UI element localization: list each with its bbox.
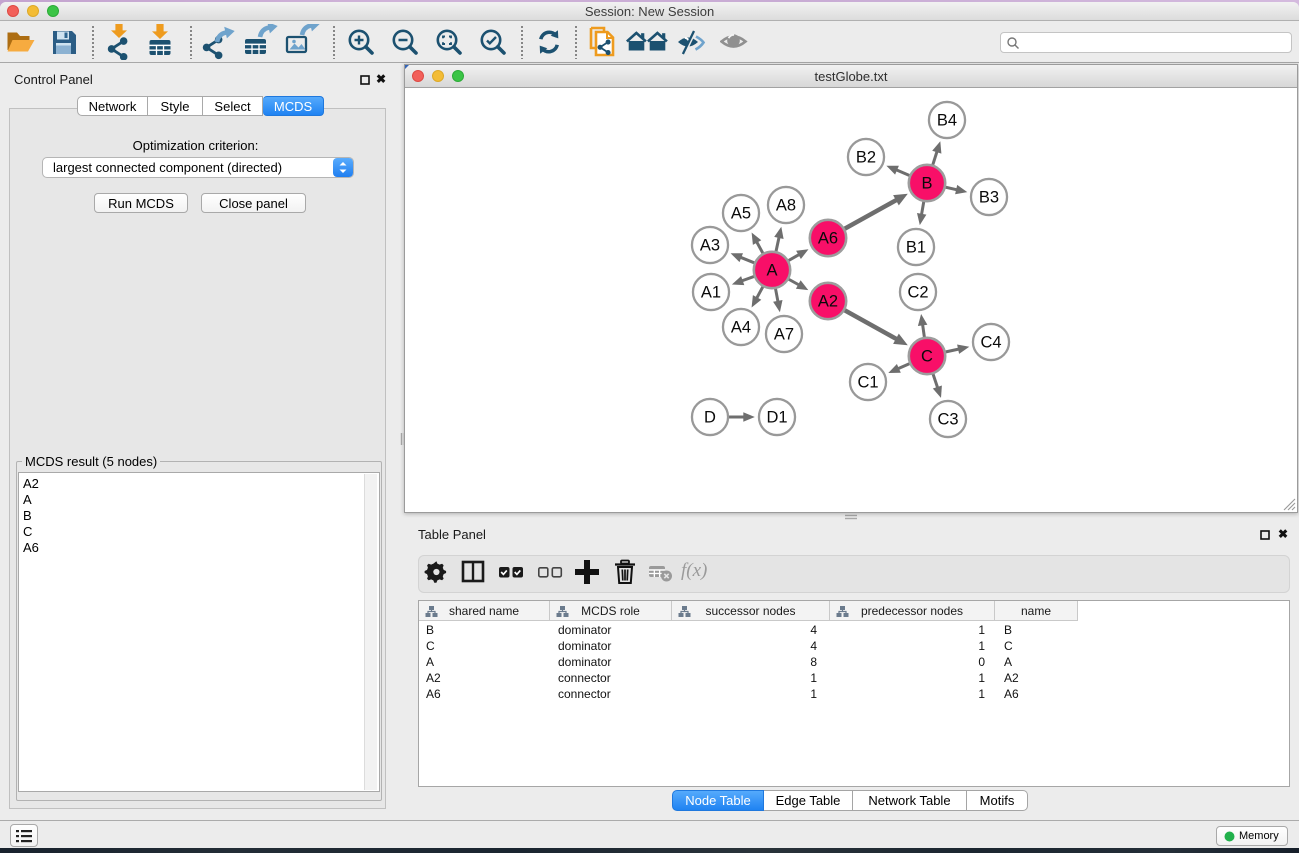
svg-text:A4: A4 (731, 319, 751, 337)
svg-text:C4: C4 (980, 334, 1001, 352)
svg-text:A2: A2 (818, 293, 838, 311)
svg-text:A6: A6 (818, 230, 838, 248)
svg-text:A3: A3 (700, 237, 720, 255)
svg-text:C: C (921, 348, 933, 366)
svg-text:A8: A8 (776, 197, 796, 215)
svg-text:A7: A7 (774, 326, 794, 344)
svg-text:C3: C3 (937, 411, 958, 429)
svg-text:A5: A5 (731, 205, 751, 223)
svg-text:B1: B1 (906, 239, 926, 257)
svg-text:C2: C2 (907, 284, 928, 302)
svg-text:A: A (766, 262, 777, 280)
svg-text:D: D (704, 409, 716, 427)
svg-text:D1: D1 (766, 409, 787, 427)
svg-text:B2: B2 (856, 149, 876, 167)
svg-text:B3: B3 (979, 189, 999, 207)
svg-text:B: B (921, 175, 932, 193)
svg-text:C1: C1 (857, 374, 878, 392)
svg-text:A1: A1 (701, 284, 721, 302)
svg-text:B4: B4 (937, 112, 957, 130)
